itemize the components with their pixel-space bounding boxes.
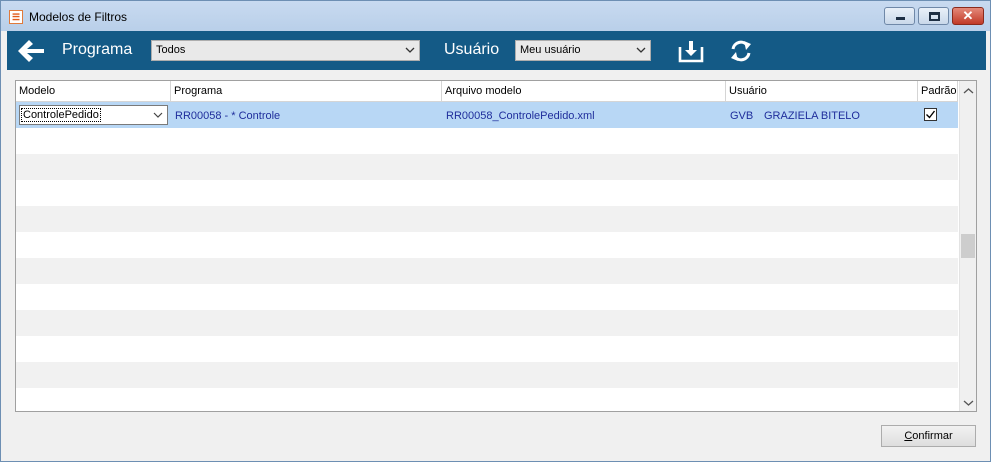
app-icon: ☰	[9, 10, 23, 24]
confirm-button[interactable]: Confirmar	[881, 425, 976, 447]
empty-row	[16, 180, 958, 206]
chevron-down-icon	[405, 47, 415, 53]
main-window: ☰ Modelos de Filtros ✕ Programa Todos Us…	[0, 0, 991, 462]
usuario-name-cell[interactable]: GRAZIELA BITELO	[760, 102, 860, 128]
modelo-combo[interactable]: ControlePedido	[19, 105, 168, 125]
arrow-left-icon[interactable]	[16, 38, 46, 64]
empty-row	[16, 362, 958, 388]
empty-row	[16, 336, 958, 362]
usuario-code-cell[interactable]: GVB	[726, 102, 753, 128]
column-header-arquivo[interactable]: Arquivo modelo	[442, 81, 726, 102]
column-header-padrao[interactable]: Padrão	[918, 81, 958, 102]
programa-select-value: Todos	[156, 44, 186, 56]
chevron-down-icon	[153, 112, 163, 118]
padrao-checkbox[interactable]	[924, 108, 937, 121]
column-header-usuario[interactable]: Usuário	[726, 81, 918, 102]
scroll-down-icon[interactable]	[960, 394, 977, 411]
usuario-select[interactable]: Meu usuário	[515, 40, 651, 61]
column-header-modelo[interactable]: Modelo	[16, 81, 171, 102]
close-button[interactable]: ✕	[952, 7, 984, 25]
programa-cell[interactable]: RR00058 - * Controle	[171, 102, 280, 128]
grid-body: ControlePedido RR00058 - * Controle RR00…	[16, 102, 958, 411]
usuario-select-value: Meu usuário	[520, 44, 581, 56]
programa-label: Programa	[62, 41, 133, 58]
empty-row	[16, 258, 958, 284]
column-header-programa[interactable]: Programa	[171, 81, 442, 102]
checkmark-icon	[926, 110, 936, 119]
refresh-icon[interactable]	[727, 38, 755, 64]
scrollbar-thumb[interactable]	[961, 234, 975, 258]
filter-models-grid: Modelo Programa Arquivo modelo Usuário P…	[15, 80, 977, 412]
minimize-icon	[896, 17, 905, 20]
minimize-button[interactable]	[884, 7, 915, 25]
toolbar: Programa Todos Usuário Meu usuário	[7, 31, 986, 70]
vertical-scrollbar[interactable]	[959, 81, 976, 411]
empty-row	[16, 388, 958, 411]
chevron-down-icon	[636, 47, 646, 53]
arquivo-cell[interactable]: RR00058_ControlePedido.xml	[442, 102, 595, 128]
maximize-button[interactable]	[918, 7, 949, 25]
title-bar[interactable]: ☰ Modelos de Filtros ✕	[1, 1, 990, 31]
close-icon: ✕	[962, 8, 974, 23]
modelo-combo-value: ControlePedido	[21, 108, 101, 122]
confirm-label: onfirmar	[912, 430, 953, 442]
empty-row	[16, 154, 958, 180]
empty-row	[16, 310, 958, 336]
window-title: Modelos de Filtros	[29, 10, 128, 24]
grid-header: Modelo Programa Arquivo modelo Usuário P…	[16, 81, 958, 102]
empty-row	[16, 128, 958, 154]
usuario-label: Usuário	[444, 41, 500, 58]
download-icon[interactable]	[677, 38, 705, 64]
maximize-icon	[929, 12, 940, 21]
empty-row	[16, 206, 958, 232]
empty-row	[16, 284, 958, 310]
table-row[interactable]: ControlePedido RR00058 - * Controle RR00…	[16, 102, 958, 128]
scroll-up-icon[interactable]	[960, 83, 977, 100]
programa-select[interactable]: Todos	[151, 40, 420, 61]
empty-row	[16, 232, 958, 258]
